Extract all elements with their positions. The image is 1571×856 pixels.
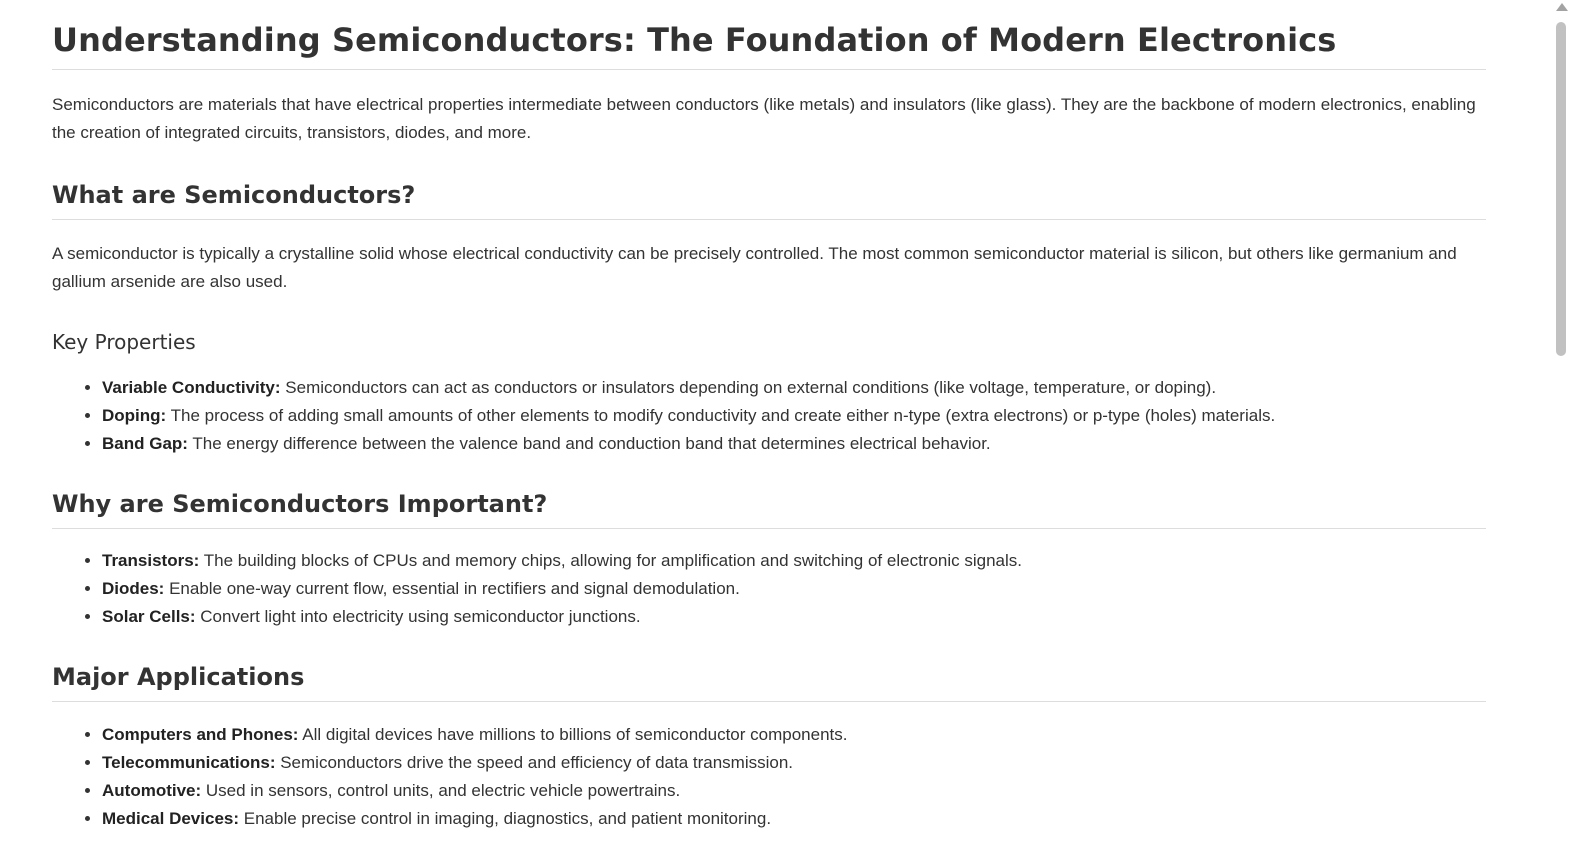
list-item-term: Diodes: xyxy=(102,579,165,598)
list-item-term: Transistors: xyxy=(102,551,200,570)
list-item-term: Automotive: xyxy=(102,781,202,800)
list-item-text: All digital devices have millions to bil… xyxy=(298,725,848,744)
scroll-up-arrow-icon[interactable] xyxy=(1556,3,1568,11)
list-item: Diodes: Enable one-way current flow, ess… xyxy=(102,575,1486,603)
scrollbar-thumb[interactable] xyxy=(1556,22,1566,356)
list-item: Doping: The process of adding small amou… xyxy=(102,402,1486,430)
article: Understanding Semiconductors: The Founda… xyxy=(52,0,1486,833)
list-item-term: Solar Cells: xyxy=(102,607,196,626)
list-item: Solar Cells: Convert light into electric… xyxy=(102,603,1486,631)
list-item: Automotive: Used in sensors, control uni… xyxy=(102,777,1486,805)
applications-list: Computers and Phones: All digital device… xyxy=(52,721,1486,833)
list-item: Telecommunications: Semiconductors drive… xyxy=(102,749,1486,777)
list-item-text: Used in sensors, control units, and elec… xyxy=(201,781,681,800)
list-item-text: The process of adding small amounts of o… xyxy=(166,406,1276,425)
list-item: Computers and Phones: All digital device… xyxy=(102,721,1486,749)
list-item-term: Doping: xyxy=(102,406,167,425)
subheading-key-properties: Key Properties xyxy=(52,330,196,354)
list-item-text: Enable one-way current flow, essential i… xyxy=(164,579,740,598)
section-heading-why-important: Why are Semiconductors Important? xyxy=(52,488,1486,529)
section-paragraph-what-are-semiconductors: A semiconductor is typically a crystalli… xyxy=(52,244,1457,291)
section-heading-what-are-semiconductors: What are Semiconductors? xyxy=(52,179,1486,220)
list-item: Band Gap: The energy difference between … xyxy=(102,430,1486,458)
list-item: Variable Conductivity: Semiconductors ca… xyxy=(102,374,1486,402)
list-item-text: The energy difference between the valenc… xyxy=(187,434,991,453)
list-item-text: Convert light into electricity using sem… xyxy=(195,607,641,626)
section-heading-major-applications: Major Applications xyxy=(52,661,1486,702)
page-title: Understanding Semiconductors: The Founda… xyxy=(52,0,1486,70)
list-item-text: Enable precise control in imaging, diagn… xyxy=(239,809,772,828)
list-item: Transistors: The building blocks of CPUs… xyxy=(102,547,1486,575)
list-item-text: Semiconductors can act as conductors or … xyxy=(280,378,1217,397)
list-item-term: Telecommunications: xyxy=(102,753,276,772)
key-properties-list: Variable Conductivity: Semiconductors ca… xyxy=(52,374,1486,458)
list-item-term: Band Gap: xyxy=(102,434,188,453)
list-item-term: Computers and Phones: xyxy=(102,725,299,744)
list-item: Medical Devices: Enable precise control … xyxy=(102,805,1486,833)
list-item-text: Semiconductors drive the speed and effic… xyxy=(275,753,794,772)
list-item-term: Variable Conductivity: xyxy=(102,378,281,397)
list-item-text: The building blocks of CPUs and memory c… xyxy=(199,551,1023,570)
vertical-scrollbar[interactable] xyxy=(1552,0,1571,856)
list-item-term: Medical Devices: xyxy=(102,809,240,828)
intro-paragraph: Semiconductors are materials that have e… xyxy=(52,95,1476,142)
importance-list: Transistors: The building blocks of CPUs… xyxy=(52,547,1486,631)
